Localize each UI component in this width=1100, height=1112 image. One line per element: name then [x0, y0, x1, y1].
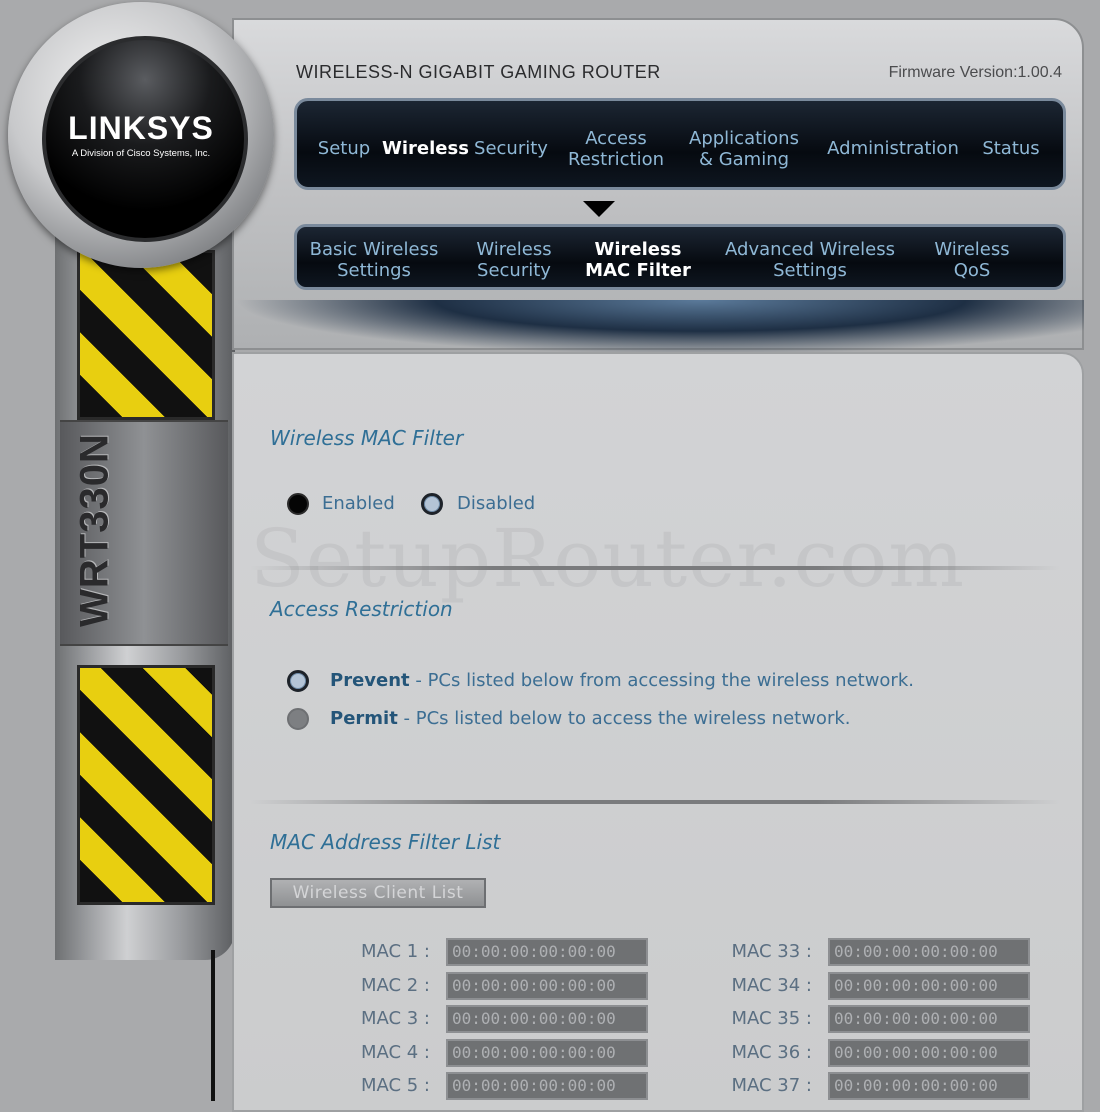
enabled-label: Enabled: [322, 493, 395, 514]
subnav-wireless-mac-filter[interactable]: Wireless MAC Filter: [584, 239, 692, 281]
section-divider: [250, 800, 1060, 804]
section-divider: [250, 566, 1060, 570]
nav-item-setup[interactable]: Setup: [312, 138, 376, 159]
mac-label: MAC 3 :: [360, 1008, 430, 1029]
mac-label: MAC 36 :: [731, 1042, 812, 1063]
nav-item-administration[interactable]: Administration: [818, 138, 968, 159]
mac-input[interactable]: 00:00:00:00:00:00: [828, 938, 1030, 966]
mac-label: MAC 4 :: [360, 1042, 430, 1063]
nav-item-applications-gaming[interactable]: Applications & Gaming: [682, 128, 806, 170]
mac-input[interactable]: 00:00:00:00:00:00: [446, 1005, 648, 1033]
permit-radio[interactable]: [287, 708, 309, 730]
nav-item-wireless[interactable]: Wireless: [382, 138, 469, 159]
filter-list-title: MAC Address Filter List: [270, 830, 501, 854]
hazard-stripes-bottom: [77, 665, 215, 905]
subnav-advanced-wireless-settings[interactable]: Advanced Wireless Settings: [712, 239, 908, 281]
mac-label: MAC 1 :: [360, 941, 430, 962]
mac-filter-title: Wireless MAC Filter: [270, 426, 464, 450]
logo-text: LINKSYS: [68, 110, 214, 146]
mac-input[interactable]: 00:00:00:00:00:00: [828, 972, 1030, 1000]
permit-bold: Permit: [330, 708, 398, 729]
nav-item-security[interactable]: Security: [468, 138, 554, 159]
mac-label: MAC 5 :: [360, 1075, 430, 1096]
active-tab-pointer-icon: [583, 201, 615, 217]
header-wave: [232, 300, 1084, 355]
mac-input[interactable]: 00:00:00:00:00:00: [828, 1005, 1030, 1033]
model-label: WRT330N: [72, 433, 117, 627]
permit-label: Permit - PCs listed below to access the …: [330, 708, 851, 729]
prevent-text: - PCs listed below from accessing the wi…: [409, 670, 914, 691]
prevent-radio[interactable]: [287, 670, 309, 692]
mac-input[interactable]: 00:00:00:00:00:00: [446, 972, 648, 1000]
nav-item-access-restriction[interactable]: Access Restriction: [560, 128, 672, 170]
disabled-label: Disabled: [457, 493, 536, 514]
enabled-radio[interactable]: [287, 493, 309, 515]
prevent-bold: Prevent: [330, 670, 410, 691]
mac-label: MAC 34 :: [731, 975, 812, 996]
mac-label: MAC 33 :: [731, 941, 812, 962]
logo-tagline: A Division of Cisco Systems, Inc.: [71, 148, 211, 159]
mac-label: MAC 2 :: [360, 975, 430, 996]
product-name: WIRELESS-N GIGABIT GAMING ROUTER: [296, 62, 661, 82]
wireless-client-list-button[interactable]: Wireless Client List: [270, 878, 486, 908]
mac-input[interactable]: 00:00:00:00:00:00: [828, 1039, 1030, 1067]
prevent-label: Prevent - PCs listed below from accessin…: [330, 670, 914, 691]
mac-input[interactable]: 00:00:00:00:00:00: [446, 1072, 648, 1100]
hazard-stripes-top: [77, 250, 215, 420]
mac-input[interactable]: 00:00:00:00:00:00: [828, 1072, 1030, 1100]
mac-label: MAC 37 :: [731, 1075, 812, 1096]
mac-label: MAC 35 :: [731, 1008, 812, 1029]
subnav-wireless-qos[interactable]: Wireless QoS: [926, 239, 1018, 281]
subnav-wireless-security[interactable]: Wireless Security: [462, 239, 566, 281]
mac-input[interactable]: 00:00:00:00:00:00: [446, 938, 648, 966]
firmware-version: Firmware Version:1.00.4: [888, 64, 1062, 81]
cable: [211, 950, 215, 1101]
mac-input[interactable]: 00:00:00:00:00:00: [446, 1039, 648, 1067]
watermark: SetupRouter.com: [250, 512, 966, 605]
nav-item-status[interactable]: Status: [976, 138, 1046, 159]
subnav-basic-wireless-settings[interactable]: Basic Wireless Settings: [304, 239, 444, 281]
access-restriction-title: Access Restriction: [270, 597, 453, 621]
permit-text: - PCs listed below to access the wireles…: [397, 708, 851, 729]
disabled-radio[interactable]: [421, 493, 443, 515]
